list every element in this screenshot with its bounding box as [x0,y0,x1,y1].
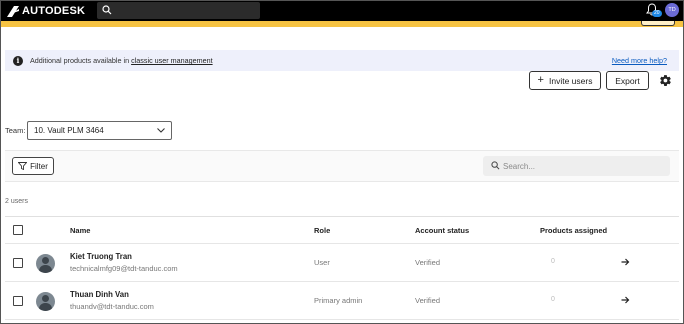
export-label: Export [615,75,640,86]
user-search-field[interactable] [483,156,670,176]
filter-icon [18,162,28,170]
warning-banner [1,21,683,27]
need-more-help-link[interactable]: Need more help? [612,56,667,65]
classic-user-management-link[interactable]: classic user management [131,56,213,65]
team-select[interactable]: 10. Vault PLM 3464 [27,121,172,140]
user-role: User [314,258,330,267]
autodesk-logo[interactable]: AUTODESK [7,5,85,17]
user-name[interactable]: Thuan Dinh Van [70,290,129,299]
row-checkbox[interactable] [13,258,23,268]
table-row[interactable]: Thuan Dinh Van thuandv@tdt-tanduc.com Pr… [5,282,679,320]
global-search-input[interactable] [97,2,260,19]
chevron-down-icon [157,128,165,133]
search-icon [491,161,500,170]
arrow-right-icon[interactable] [621,296,630,304]
filter-label: Filter [30,161,48,171]
account-status: Verified [415,296,441,305]
info-banner-text: Additional products available in [30,56,130,65]
avatar [36,254,55,273]
user-search-input[interactable] [503,159,663,173]
row-checkbox[interactable] [13,296,23,306]
user-role: Primary admin [314,296,363,305]
filter-button[interactable]: Filter [12,157,54,175]
table-row[interactable]: Kiet Truong Tran technicalmfg09@tdt-tand… [5,244,679,282]
products-assigned-count: 0 [551,258,555,265]
user-name[interactable]: Kiet Truong Tran [70,252,132,261]
column-header-name[interactable]: Name [70,226,90,235]
warning-banner-button[interactable] [641,21,675,26]
export-button[interactable]: Export [606,71,649,90]
user-avatar-button[interactable]: TD [665,3,679,17]
gear-icon[interactable] [659,74,672,87]
search-icon [102,5,112,15]
filter-toolbar: Filter [5,150,679,182]
user-email: technicalmfg09@tdt-tanduc.com [70,264,178,273]
autodesk-mark-icon [7,5,19,17]
invite-users-button[interactable]: + Invite users [529,71,601,90]
notification-badge: 20 [652,10,662,17]
table-header-row: Name Role Account status Products assign… [5,217,679,244]
products-assigned-count: 0 [551,296,555,303]
brand-name: AUTODESK [22,5,86,17]
invite-users-label: Invite users [548,75,593,86]
avatar [36,292,55,311]
column-header-products-assigned[interactable]: Products assigned [540,226,607,235]
user-count: 2 users [5,198,28,205]
info-icon: i [13,55,23,66]
plus-icon: + [537,74,544,86]
users-table: Name Role Account status Products assign… [5,216,679,320]
team-selected-value: 10. Vault PLM 3464 [34,126,104,135]
team-label: Team: [5,126,26,135]
top-bar: AUTODESK 20 TD [1,1,683,21]
info-banner: i Additional products available in class… [5,50,679,71]
arrow-right-icon[interactable] [621,258,630,266]
column-header-role[interactable]: Role [314,226,330,235]
column-header-account-status[interactable]: Account status [415,226,469,235]
select-all-checkbox[interactable] [13,225,23,235]
user-email: thuandv@tdt-tanduc.com [70,302,154,311]
account-status: Verified [415,258,441,267]
